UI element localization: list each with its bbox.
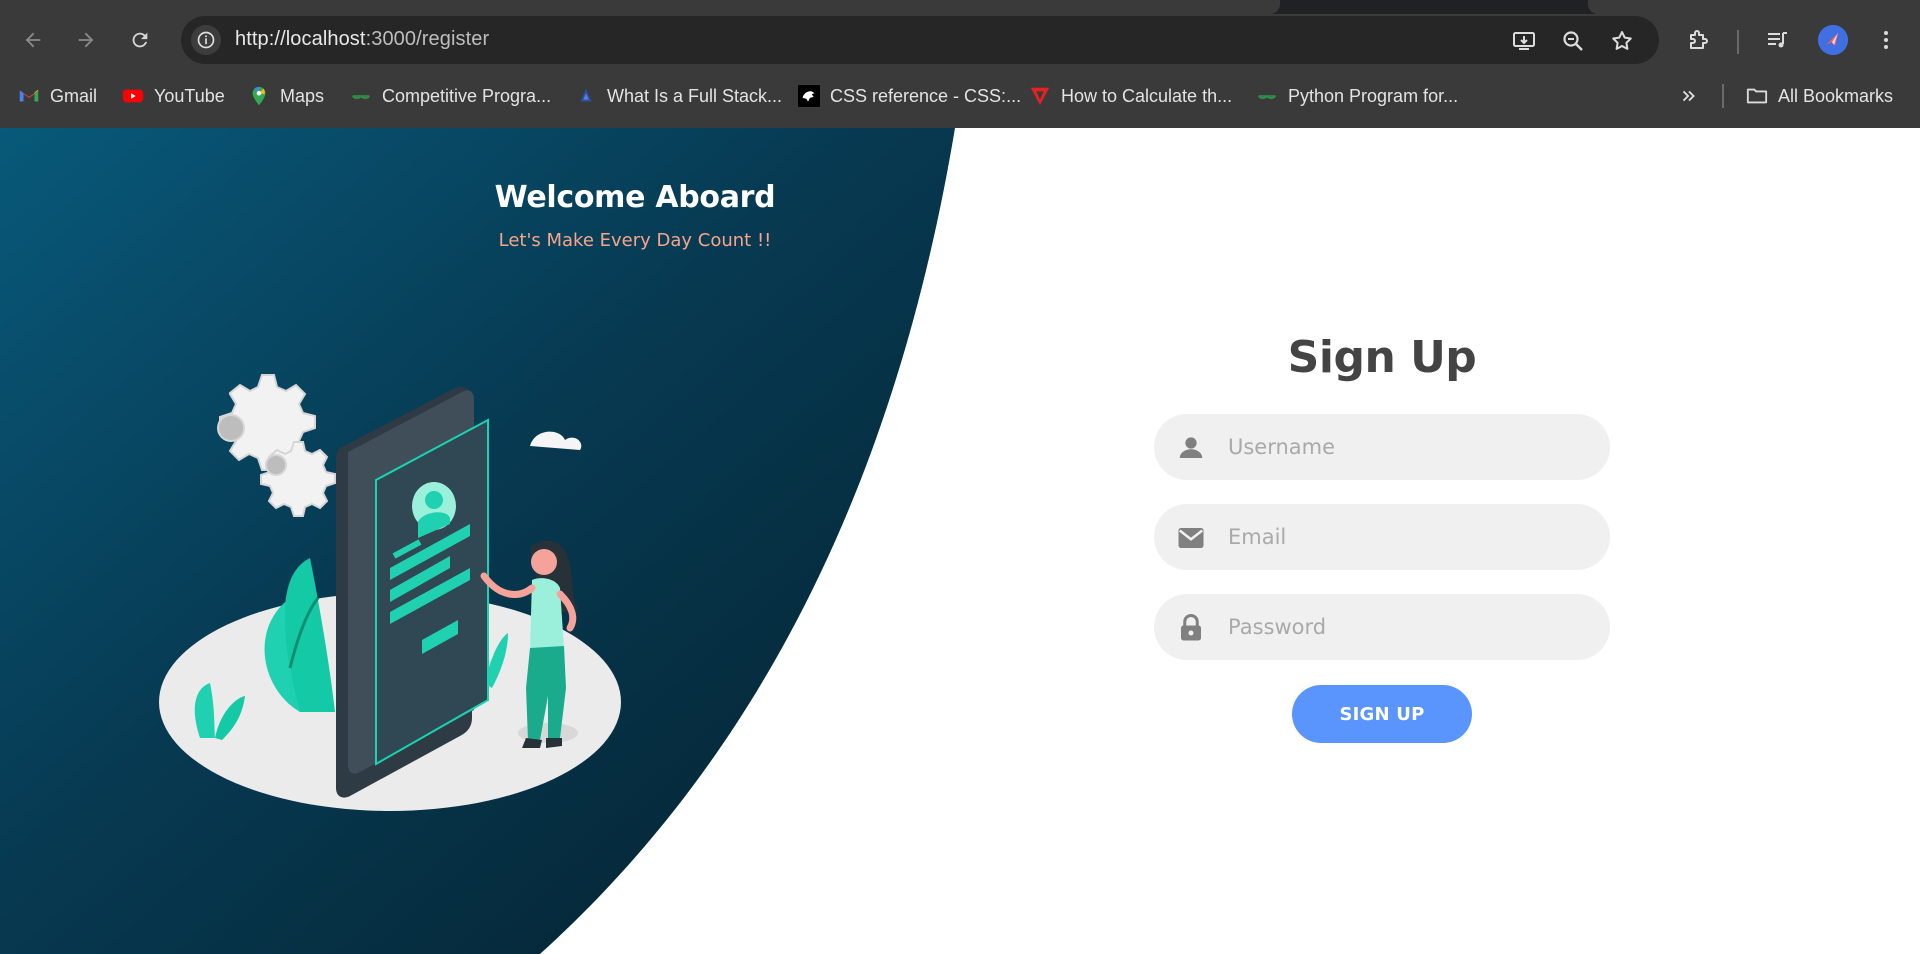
bookmark-label: Competitive Progra... (382, 85, 552, 106)
bookmark-label: How to Calculate th... (1061, 85, 1233, 106)
address-bar[interactable]: http://localhost:3000/register (181, 16, 1659, 64)
hero-background (0, 128, 955, 954)
back-button[interactable] (17, 24, 49, 56)
chevron-double-right-icon (1678, 85, 1700, 107)
navigation-bar: http://localhost:3000/register (0, 14, 1920, 66)
install-app-button[interactable] (1511, 28, 1537, 54)
bookmark-star-button[interactable] (1609, 28, 1635, 54)
bookmark-label: CSS reference - CSS:... (830, 85, 1022, 106)
browser-chrome: http://localhost:3000/register Gmail You… (0, 0, 1920, 128)
user-icon (1176, 433, 1206, 463)
geeksforgeeks-icon (1256, 85, 1278, 107)
url-host: http://localhost (235, 28, 366, 50)
back-arrow-icon (25, 32, 41, 48)
toolbar-separator (1737, 30, 1739, 54)
profile-avatar[interactable] (1818, 25, 1848, 55)
maps-icon (248, 85, 270, 107)
site-icon (575, 85, 597, 107)
bookmarks-separator (1722, 84, 1724, 108)
avatar-icon (1818, 25, 1848, 55)
bookmark-label: YouTube (154, 85, 225, 106)
info-icon (197, 31, 215, 49)
gmail-icon (18, 85, 40, 107)
zoom-button[interactable] (1560, 28, 1586, 54)
puzzle-icon (1690, 30, 1708, 49)
extensions-button[interactable] (1683, 24, 1715, 56)
bookmark-label: Python Program for... (1288, 85, 1459, 106)
geeksforgeeks-icon (350, 85, 372, 107)
bookmark-label: Gmail (50, 85, 98, 106)
youtube-icon (122, 85, 144, 107)
more-vertical-icon (1884, 31, 1888, 49)
hero-tagline: Let's Make Every Day Count !! (498, 230, 772, 251)
url-path: :3000/register (365, 28, 490, 50)
more-bookmarks-button[interactable] (1678, 82, 1710, 110)
form-title: Sign Up (1287, 332, 1477, 383)
browser-menu-button[interactable] (1870, 24, 1902, 56)
bookmark-label: What Is a Full Stack... (607, 85, 783, 106)
register-page: Welcome Aboard Let's Make Every Day Coun… (0, 128, 1920, 954)
media-queue-icon (1768, 32, 1787, 48)
lock-icon (1176, 613, 1206, 643)
zoom-icon (1563, 31, 1583, 51)
folder-icon (1746, 85, 1768, 107)
bookmark-gmail[interactable]: Gmail (18, 82, 97, 110)
email-input[interactable] (1228, 504, 1588, 570)
password-input[interactable] (1228, 594, 1588, 660)
password-field[interactable] (1154, 594, 1610, 660)
hero-panel: Welcome Aboard Let's Make Every Day Coun… (0, 128, 1920, 954)
media-control-button[interactable] (1761, 24, 1793, 56)
all-bookmarks-label: All Bookmarks (1778, 85, 1894, 106)
bookmark-how-to-calculate[interactable]: How to Calculate th... (1029, 82, 1232, 110)
email-field[interactable] (1154, 504, 1610, 570)
bookmark-maps[interactable]: Maps (248, 82, 324, 110)
site-info-button[interactable] (191, 25, 221, 55)
tab-strip (0, 0, 1920, 14)
mail-icon (1176, 523, 1206, 553)
bookmarks-bar: Gmail YouTube Maps Competitive Progra...… (0, 76, 1920, 116)
forward-button[interactable] (70, 24, 102, 56)
bookmark-full-stack[interactable]: What Is a Full Stack... (575, 82, 782, 110)
username-field[interactable] (1154, 414, 1610, 480)
bookmark-css-reference[interactable]: CSS reference - CSS:... (798, 82, 1021, 110)
inactive-tab[interactable] (1588, 0, 1920, 14)
reload-icon (132, 32, 148, 48)
active-tab[interactable] (0, 0, 1280, 14)
bookmark-competitive-programming[interactable]: Competitive Progra... (350, 82, 551, 110)
username-input[interactable] (1228, 414, 1588, 480)
signup-button[interactable]: SIGN UP (1292, 685, 1472, 743)
all-bookmarks-button[interactable]: All Bookmarks (1746, 82, 1893, 110)
forward-arrow-icon (78, 32, 94, 48)
bookmark-python-program[interactable]: Python Program for... (1256, 82, 1458, 110)
reload-button[interactable] (124, 24, 156, 56)
bookmark-label: Maps (280, 85, 325, 106)
mdn-icon (798, 85, 820, 107)
bookmark-youtube[interactable]: YouTube (122, 82, 225, 110)
install-app-icon (1513, 32, 1535, 50)
hero-title: Welcome Aboard (494, 180, 776, 215)
site-icon (1029, 85, 1051, 107)
star-icon (1612, 31, 1632, 50)
url-text[interactable]: http://localhost:3000/register (235, 28, 489, 51)
